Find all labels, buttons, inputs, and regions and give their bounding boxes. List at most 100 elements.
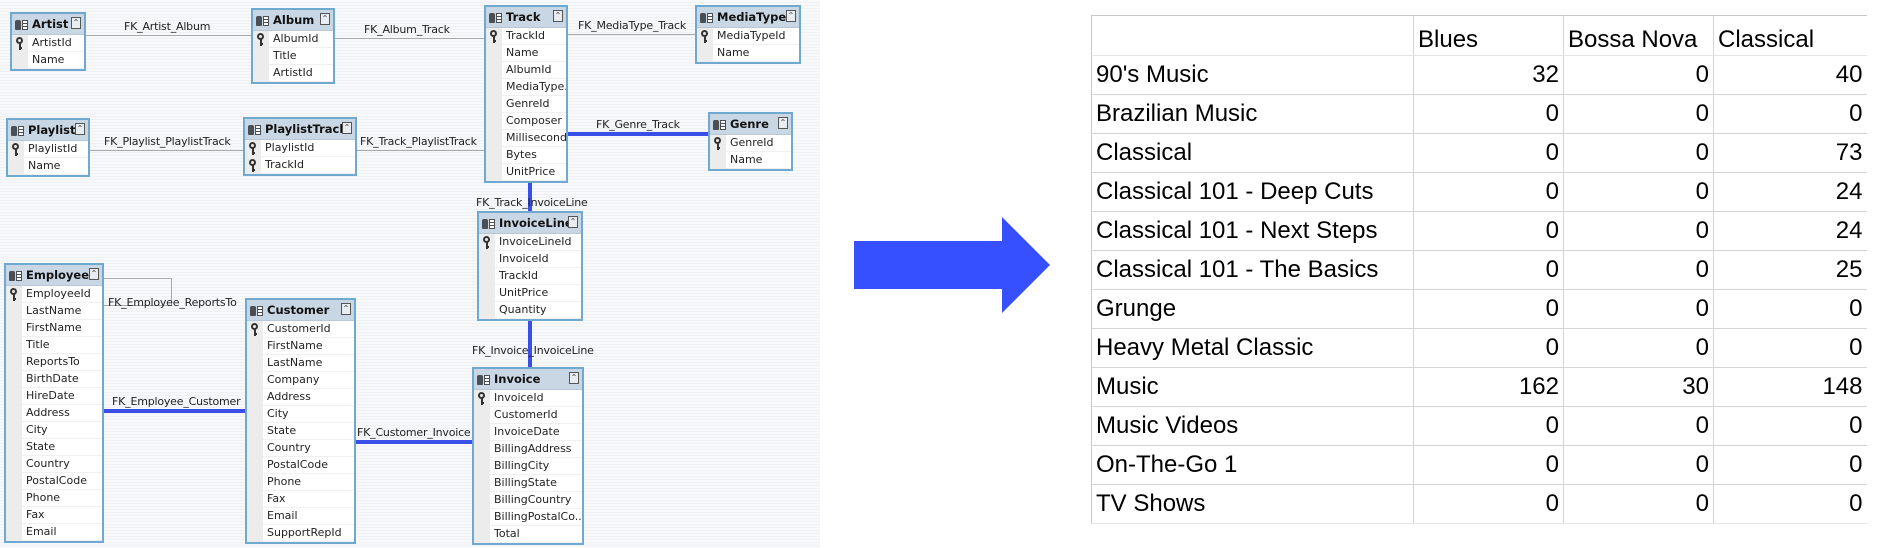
table-column-row[interactable]: Email: [247, 508, 354, 525]
table-track[interactable]: Track ⌃ TrackIdNameAlbumIdMediaType...Genr…: [484, 5, 568, 183]
relationship-line-employee-customer[interactable]: [103, 409, 245, 413]
table-column-row[interactable]: Phone: [247, 474, 354, 491]
table-column-row[interactable]: UnitPrice: [479, 285, 581, 302]
table-column-row[interactable]: LastName: [6, 303, 102, 320]
table-column-row[interactable]: Email: [6, 524, 102, 541]
relationship-line-artist-album[interactable]: [85, 35, 251, 36]
table-header[interactable]: Artist ⌃: [12, 14, 84, 35]
table-header[interactable]: PlaylistTrack ⌃: [245, 119, 355, 140]
table-column-row[interactable]: InvoiceDate: [474, 424, 582, 441]
table-column-row[interactable]: Quantity: [479, 302, 581, 319]
relationship-line-invoice-invoiceline[interactable]: [528, 316, 532, 367]
table-column-row[interactable]: TrackId: [486, 28, 566, 45]
value-cell[interactable]: 0: [1563, 211, 1714, 251]
table-column-row[interactable]: PlaylistId: [245, 140, 355, 157]
collapse-icon[interactable]: ⌃: [320, 13, 330, 25]
value-cell[interactable]: 25: [1713, 250, 1867, 290]
table-column-row[interactable]: Fax: [6, 507, 102, 524]
table-header[interactable]: Album ⌃: [253, 10, 333, 31]
value-cell[interactable]: 0: [1413, 406, 1564, 446]
table-column-row[interactable]: Company: [247, 372, 354, 389]
table-genre[interactable]: Genre ⌃ GenreId Name: [708, 112, 793, 171]
table-column-row[interactable]: State: [247, 423, 354, 440]
table-column-row[interactable]: FirstName: [6, 320, 102, 337]
row-label-cell[interactable]: Grunge: [1091, 289, 1414, 329]
table-column-row[interactable]: Address: [6, 405, 102, 422]
table-column-row[interactable]: Composer: [486, 113, 566, 130]
value-cell[interactable]: 0: [1563, 250, 1714, 290]
value-cell[interactable]: 0: [1563, 484, 1714, 524]
table-header[interactable]: Employee ⌃: [6, 265, 102, 286]
table-column-row[interactable]: GenreId: [710, 135, 791, 152]
table-column-row[interactable]: BillingState: [474, 475, 582, 492]
table-column-row[interactable]: Bytes: [486, 147, 566, 164]
row-label-cell[interactable]: Heavy Metal Classic: [1091, 328, 1414, 368]
table-column-row[interactable]: InvoiceId: [479, 251, 581, 268]
table-column-row[interactable]: Name: [710, 152, 791, 169]
table-invoice[interactable]: Invoice ⌃ InvoiceId CustomerId InvoiceDate Bi…: [472, 367, 584, 545]
table-column-row[interactable]: MediaTypeId: [697, 28, 799, 45]
table-artist[interactable]: Artist ⌃ ArtistId Name: [10, 12, 86, 71]
value-cell[interactable]: 0: [1413, 250, 1564, 290]
row-label-cell[interactable]: TV Shows: [1091, 484, 1414, 524]
collapse-icon[interactable]: ⌃: [569, 372, 579, 384]
table-column-row[interactable]: HireDate: [6, 388, 102, 405]
row-label-cell[interactable]: Music: [1091, 367, 1414, 407]
value-cell[interactable]: 0: [1413, 211, 1564, 251]
collapse-icon[interactable]: ⌃: [568, 216, 578, 228]
header-cell[interactable]: Blues: [1413, 15, 1564, 56]
relationship-line-mediatype-track[interactable]: [567, 34, 695, 35]
table-column-row[interactable]: MediaType...: [486, 79, 566, 96]
value-cell[interactable]: 0: [1413, 289, 1564, 329]
value-cell[interactable]: 0: [1713, 289, 1867, 329]
table-column-row[interactable]: City: [247, 406, 354, 423]
table-column-row[interactable]: TrackId: [245, 157, 355, 174]
value-cell[interactable]: 0: [1563, 328, 1714, 368]
table-customer[interactable]: Customer ⌃ CustomerId FirstName LastName Comp…: [245, 298, 356, 544]
table-column-row[interactable]: PostalCode: [247, 457, 354, 474]
table-header[interactable]: Invoice ⌃: [474, 369, 582, 390]
table-column-row[interactable]: ReportsTo: [6, 354, 102, 371]
collapse-icon[interactable]: ⌃: [553, 10, 563, 22]
table-column-row[interactable]: BillingCity: [474, 458, 582, 475]
table-column-row[interactable]: PostalCode: [6, 473, 102, 490]
value-cell[interactable]: 0: [1413, 328, 1564, 368]
value-cell[interactable]: 30: [1563, 367, 1714, 407]
value-cell[interactable]: 148: [1713, 367, 1867, 407]
relationship-line-track-playlisttrack[interactable]: [357, 150, 484, 151]
table-column-row[interactable]: Title: [6, 337, 102, 354]
table-invoiceline[interactable]: InvoiceLine ⌃ InvoiceLineId InvoiceId TrackI…: [477, 211, 583, 321]
table-column-row[interactable]: InvoiceLineId: [479, 234, 581, 251]
row-label-cell[interactable]: Classical 101 - Next Steps: [1091, 211, 1414, 251]
table-column-row[interactable]: BirthDate: [6, 371, 102, 388]
table-column-row[interactable]: SupportRepId: [247, 525, 354, 542]
value-cell[interactable]: 0: [1713, 484, 1867, 524]
value-cell[interactable]: 0: [1413, 133, 1564, 173]
table-column-row[interactable]: City: [6, 422, 102, 439]
value-cell[interactable]: 0: [1713, 406, 1867, 446]
header-cell[interactable]: [1091, 15, 1414, 56]
row-label-cell[interactable]: Music Videos: [1091, 406, 1414, 446]
value-cell[interactable]: 0: [1713, 445, 1867, 485]
table-column-row[interactable]: Name: [486, 45, 566, 62]
value-cell[interactable]: 24: [1713, 172, 1867, 212]
table-column-row[interactable]: GenreId: [486, 96, 566, 113]
table-column-row[interactable]: BillingCountry: [474, 492, 582, 509]
table-column-row[interactable]: ArtistId: [253, 65, 333, 82]
table-column-row[interactable]: InvoiceId: [474, 390, 582, 407]
value-cell[interactable]: 0: [1563, 289, 1714, 329]
table-column-row[interactable]: TrackId: [479, 268, 581, 285]
table-column-row[interactable]: ArtistId: [12, 35, 84, 52]
table-column-row[interactable]: Country: [247, 440, 354, 457]
table-column-row[interactable]: Name: [8, 158, 88, 175]
table-header[interactable]: MediaType ⌃: [697, 7, 799, 28]
table-column-row[interactable]: State: [6, 439, 102, 456]
table-column-row[interactable]: Milliseconds: [486, 130, 566, 147]
table-column-row[interactable]: BillingPostalCo...: [474, 509, 582, 526]
collapse-icon[interactable]: ⌃: [786, 10, 796, 22]
table-column-row[interactable]: Total: [474, 526, 582, 543]
table-column-row[interactable]: Address: [247, 389, 354, 406]
value-cell[interactable]: 0: [1563, 133, 1714, 173]
value-cell[interactable]: 0: [1413, 484, 1564, 524]
table-column-row[interactable]: Title: [253, 48, 333, 65]
